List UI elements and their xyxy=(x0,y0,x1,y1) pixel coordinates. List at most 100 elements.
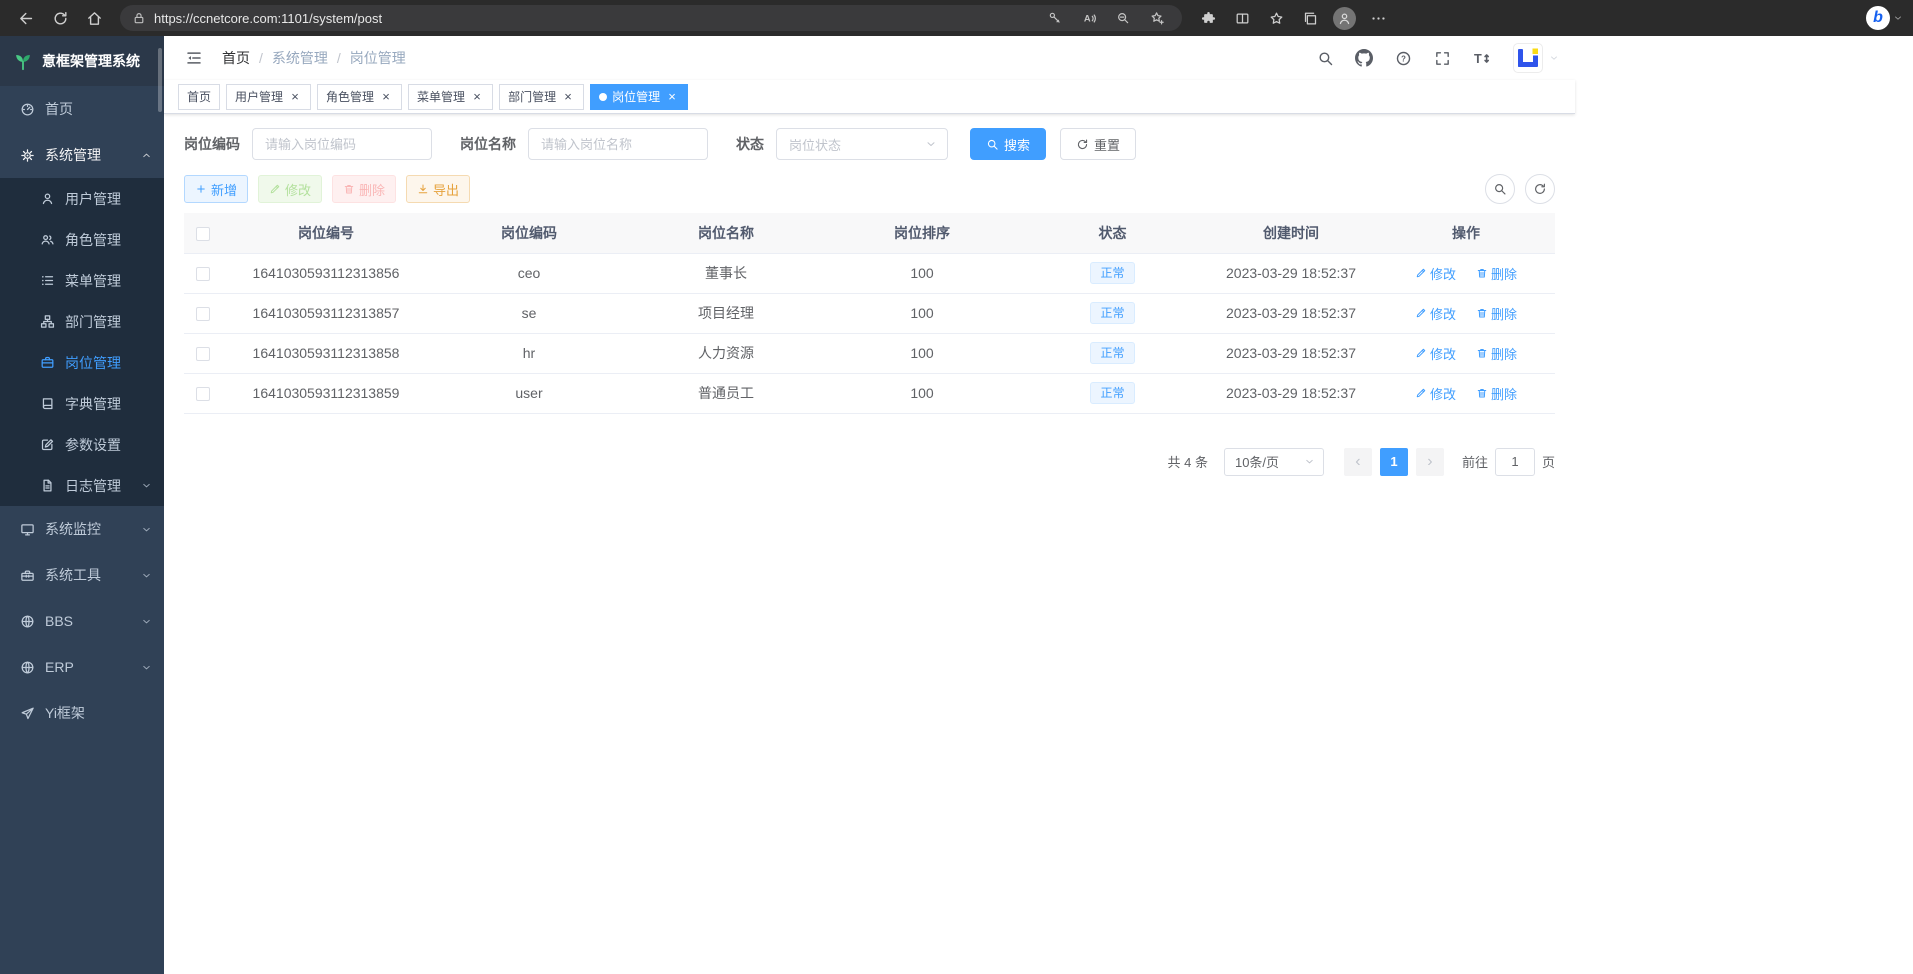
header-search-icon[interactable] xyxy=(1315,48,1335,68)
post-name-input[interactable] xyxy=(528,128,708,160)
tab-menu-management[interactable]: 菜单管理 × xyxy=(408,84,493,110)
row-checkbox[interactable] xyxy=(196,267,210,281)
row-delete-link[interactable]: 删除 xyxy=(1476,384,1517,403)
breadcrumb-home[interactable]: 首页 xyxy=(222,48,250,68)
help-icon[interactable] xyxy=(1393,48,1413,68)
status-badge: 正常 xyxy=(1090,382,1134,404)
book-icon xyxy=(40,396,55,411)
github-icon[interactable] xyxy=(1354,48,1374,68)
tab-department-management[interactable]: 部门管理 × xyxy=(499,84,584,110)
sidebar-item-home[interactable]: 首页 xyxy=(0,86,164,132)
password-key-icon[interactable] xyxy=(1042,7,1068,29)
tab-role-management[interactable]: 角色管理 × xyxy=(317,84,402,110)
table-row: 1641030593112313857 se 项目经理 100 正常 2023-… xyxy=(184,293,1555,333)
row-checkbox[interactable] xyxy=(196,387,210,401)
trash-icon xyxy=(1476,267,1488,279)
profile-button[interactable] xyxy=(1328,4,1360,32)
app-logo[interactable]: 意框架管理系统 xyxy=(0,36,164,86)
back-button[interactable] xyxy=(10,4,42,32)
trash-icon xyxy=(1476,387,1488,399)
sidebar-item-user-management[interactable]: 用户管理 xyxy=(0,178,164,219)
sidebar-item-dictionary-management[interactable]: 字典管理 xyxy=(0,383,164,424)
close-icon[interactable]: × xyxy=(470,90,484,104)
row-checkbox[interactable] xyxy=(196,347,210,361)
read-aloud-icon[interactable] xyxy=(1076,7,1102,29)
close-icon[interactable]: × xyxy=(288,90,302,104)
table-toolbar: 新增 修改 删除 导出 xyxy=(184,174,1555,204)
sidebar-group-log-management[interactable]: 日志管理 xyxy=(0,465,164,506)
sidebar-item-department-management[interactable]: 部门管理 xyxy=(0,301,164,342)
split-screen-button[interactable] xyxy=(1226,4,1258,32)
collapse-sidebar-icon[interactable] xyxy=(180,44,208,72)
row-edit-link[interactable]: 修改 xyxy=(1415,384,1456,403)
avatar xyxy=(1513,43,1543,73)
export-button[interactable]: 导出 xyxy=(406,175,470,203)
sidebar-group-erp[interactable]: ERP xyxy=(0,644,164,690)
sidebar-item-post-management[interactable]: 岗位管理 xyxy=(0,342,164,383)
user-avatar-menu[interactable] xyxy=(1513,43,1559,73)
close-icon[interactable]: × xyxy=(379,90,393,104)
edit-button[interactable]: 修改 xyxy=(258,175,322,203)
tab-user-management[interactable]: 用户管理 × xyxy=(226,84,311,110)
table-row: 1641030593112313858 hr 人力资源 100 正常 2023-… xyxy=(184,333,1555,373)
goto-page-input[interactable] xyxy=(1495,448,1535,476)
status-select[interactable]: 岗位状态 xyxy=(776,128,948,160)
copilot-button[interactable]: b xyxy=(1866,6,1903,30)
chevron-up-icon xyxy=(141,150,152,161)
toggle-search-button[interactable] xyxy=(1485,174,1515,204)
prev-page-button[interactable]: ‹ xyxy=(1344,448,1372,476)
paper-plane-icon xyxy=(20,706,35,721)
org-tree-icon xyxy=(40,314,55,329)
collections-button[interactable] xyxy=(1294,4,1326,32)
font-size-icon[interactable] xyxy=(1471,48,1491,68)
url-text: https://ccnetcore.com:1101/system/post xyxy=(154,11,1034,26)
address-bar[interactable]: https://ccnetcore.com:1101/system/post xyxy=(120,5,1182,31)
page-number-current[interactable]: 1 xyxy=(1380,448,1408,476)
row-edit-link[interactable]: 修改 xyxy=(1415,264,1456,283)
row-checkbox[interactable] xyxy=(196,307,210,321)
delete-button[interactable]: 删除 xyxy=(332,175,396,203)
sidebar-group-system-tools[interactable]: 系统工具 xyxy=(0,552,164,598)
chevron-down-icon xyxy=(1304,456,1315,467)
fullscreen-icon[interactable] xyxy=(1432,48,1452,68)
next-page-button[interactable]: › xyxy=(1416,448,1444,476)
select-all-checkbox[interactable] xyxy=(196,227,210,241)
favorites-button[interactable] xyxy=(1260,4,1292,32)
add-favorite-icon[interactable] xyxy=(1144,7,1170,29)
total-count: 共 4 条 xyxy=(1168,452,1208,471)
row-edit-link[interactable]: 修改 xyxy=(1415,344,1456,363)
page-size-select[interactable]: 10条/页 xyxy=(1224,448,1324,476)
tab-home[interactable]: 首页 xyxy=(178,84,220,110)
search-button[interactable]: 搜索 xyxy=(970,128,1046,160)
post-code-input[interactable] xyxy=(252,128,432,160)
sidebar-group-bbs[interactable]: BBS xyxy=(0,598,164,644)
sidebar-submenu-system: 用户管理 角色管理 菜单管理 部门管理 岗位管理 xyxy=(0,178,164,506)
refresh-table-button[interactable] xyxy=(1525,174,1555,204)
row-delete-link[interactable]: 删除 xyxy=(1476,264,1517,283)
sidebar-group-system-monitoring[interactable]: 系统监控 xyxy=(0,506,164,552)
refresh-page-button[interactable] xyxy=(44,4,76,32)
row-edit-link[interactable]: 修改 xyxy=(1415,304,1456,323)
sidebar-item-yi-framework[interactable]: Yi框架 xyxy=(0,690,164,736)
extensions-button[interactable] xyxy=(1192,4,1224,32)
sidebar-item-parameter-settings[interactable]: 参数设置 xyxy=(0,424,164,465)
row-delete-link[interactable]: 删除 xyxy=(1476,304,1517,323)
row-delete-link[interactable]: 删除 xyxy=(1476,344,1517,363)
sidebar-scrollbar[interactable] xyxy=(158,48,162,112)
reset-button[interactable]: 重置 xyxy=(1060,128,1136,160)
close-icon[interactable]: × xyxy=(665,90,679,104)
trash-icon xyxy=(343,183,355,195)
sprout-logo-icon xyxy=(12,50,34,72)
close-icon[interactable]: × xyxy=(561,90,575,104)
home-button[interactable] xyxy=(78,4,110,32)
add-button[interactable]: 新增 xyxy=(184,175,248,203)
toolbox-icon xyxy=(20,568,35,583)
table-row: 1641030593112313856 ceo 董事长 100 正常 2023-… xyxy=(184,253,1555,293)
settings-menu-button[interactable] xyxy=(1362,4,1394,32)
sidebar-item-menu-management[interactable]: 菜单管理 xyxy=(0,260,164,301)
sidebar-group-system-management[interactable]: 系统管理 xyxy=(0,132,164,178)
sidebar-item-role-management[interactable]: 角色管理 xyxy=(0,219,164,260)
zoom-out-icon[interactable] xyxy=(1110,7,1136,29)
goto-suffix: 页 xyxy=(1542,452,1555,471)
tab-post-management[interactable]: 岗位管理 × xyxy=(590,84,688,110)
